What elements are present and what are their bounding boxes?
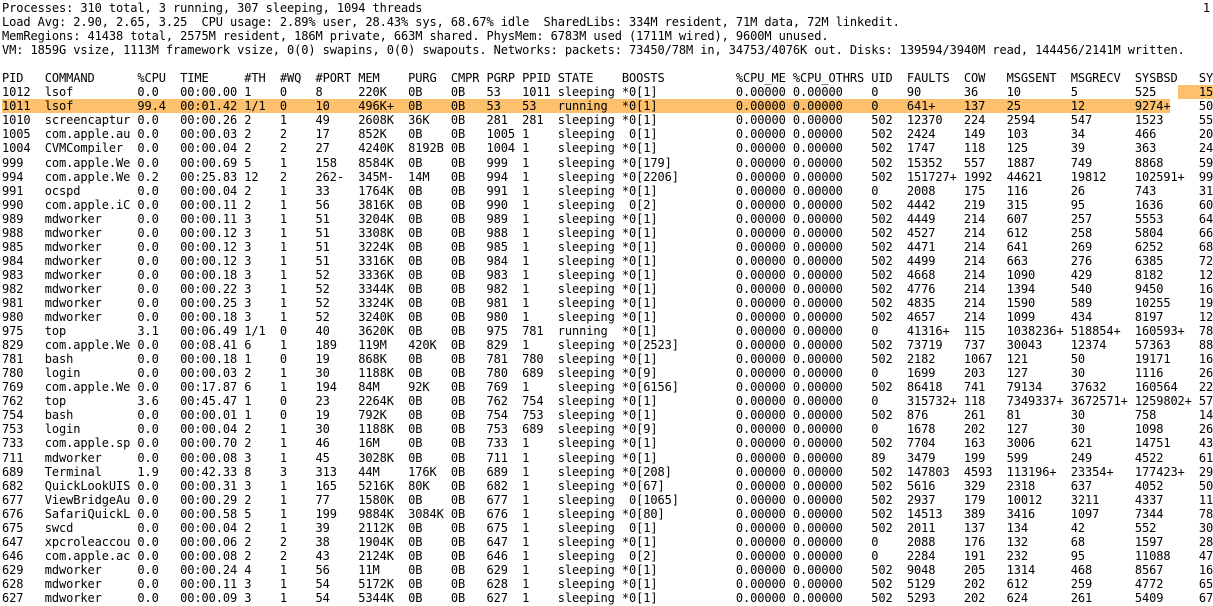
process-row[interactable]: 991 ocspd 0.0 00:00.04 2 1 33 1764K 0B 0… bbox=[2, 184, 1213, 198]
process-row[interactable]: 1005 com.apple.au 0.0 00:00.03 2 2 17 85… bbox=[2, 127, 1213, 141]
terminal-window: Processes: 310 total, 3 running, 307 sle… bbox=[0, 0, 1213, 606]
process-rows: 1012 lsof 0.0 00:00.00 1 0 8 220K 0B 0B … bbox=[2, 85, 1213, 606]
process-row[interactable]: 994 com.apple.We 0.2 00:25.83 12 2 262- … bbox=[2, 170, 1213, 184]
process-row[interactable]: 1012 lsof 0.0 00:00.00 1 0 8 220K 0B 0B … bbox=[2, 85, 1213, 100]
process-row[interactable]: 980 mdworker 0.0 00:00.18 3 1 52 3240K 0… bbox=[2, 310, 1213, 324]
process-row[interactable]: 677 ViewBridgeAu 0.0 00:00.29 2 1 77 158… bbox=[2, 493, 1213, 507]
process-row[interactable]: 628 mdworker 0.0 00:00.11 3 1 54 5172K 0… bbox=[2, 577, 1213, 591]
process-row[interactable]: 682 QuickLookUIS 0.0 00:00.31 3 1 165 52… bbox=[2, 479, 1213, 493]
process-row[interactable]: 753 login 0.0 00:00.04 2 1 30 1188K 0B 0… bbox=[2, 422, 1213, 436]
process-row[interactable]: 981 mdworker 0.0 00:00.25 3 1 52 3324K 0… bbox=[2, 296, 1213, 310]
column-header-row: PID COMMAND %CPU TIME #TH #WQ #PORT MEM … bbox=[2, 71, 1213, 86]
process-row[interactable]: 689 Terminal 1.9 00:42.33 8 3 313 44M 17… bbox=[2, 465, 1213, 479]
summary-line-memregions-physmem: MemRegions: 41438 total, 2575M resident,… bbox=[2, 29, 829, 44]
process-row[interactable]: 781 bash 0.0 00:00.18 1 0 19 868K 0B 0B … bbox=[2, 352, 1213, 366]
process-row[interactable]: 983 mdworker 0.0 00:00.18 3 1 52 3336K 0… bbox=[2, 268, 1213, 282]
page-indicator: 1 bbox=[1202, 1, 1210, 15]
process-row[interactable]: 711 mdworker 0.0 00:00.08 3 1 45 3028K 0… bbox=[2, 451, 1213, 465]
process-row[interactable]: 989 mdworker 0.0 00:00.11 3 1 51 3204K 0… bbox=[2, 212, 1213, 226]
process-row[interactable]: 754 bash 0.0 00:00.01 1 0 19 792K 0B 0B … bbox=[2, 408, 1213, 422]
process-row[interactable]: 629 mdworker 0.0 00:00.24 4 1 56 11M 0B … bbox=[2, 563, 1213, 577]
process-row[interactable]: 769 com.apple.We 0.0 00:17.87 6 1 194 84… bbox=[2, 380, 1213, 394]
process-row[interactable]: 984 mdworker 0.0 00:00.12 3 1 51 3316K 0… bbox=[2, 254, 1213, 268]
summary-line-processes: Processes: 310 total, 3 running, 307 sle… bbox=[2, 1, 1213, 15]
process-row[interactable]: 647 xpcroleaccou 0.0 00:00.06 2 2 38 190… bbox=[2, 535, 1213, 549]
process-row[interactable]: 646 com.apple.ac 0.0 00:00.08 2 2 43 212… bbox=[2, 549, 1213, 563]
process-row[interactable]: 975 top 3.1 00:06.49 1/1 0 40 3620K 0B 0… bbox=[2, 324, 1213, 338]
process-row[interactable]: 1004 CVMCompiler 0.0 00:00.04 2 2 27 424… bbox=[2, 141, 1213, 155]
process-row[interactable]: 627 mdworker 0.0 00:00.09 3 1 54 5344K 0… bbox=[2, 591, 1213, 605]
process-row[interactable]: 780 login 0.0 00:00.03 2 1 30 1188K 0B 0… bbox=[2, 366, 1213, 380]
process-row[interactable]: 990 com.apple.iC 0.0 00:00.11 2 1 56 381… bbox=[2, 198, 1213, 212]
process-row-selected[interactable]: 1011 lsof 99.4 00:01.42 1/1 0 10 496K+ 0… bbox=[2, 99, 1213, 114]
selection-highlight: 15 bbox=[1177, 85, 1213, 100]
summary-line-load-cpu-sharedlibs: Load Avg: 2.90, 2.65, 3.25 CPU usage: 2.… bbox=[2, 15, 900, 30]
process-row[interactable]: 829 com.apple.We 0.0 00:08.41 6 1 189 11… bbox=[2, 338, 1213, 352]
process-row[interactable]: 999 com.apple.We 0.0 00:00.69 5 1 158 85… bbox=[2, 156, 1213, 170]
selection-highlight: 1011 lsof 99.4 00:01.42 1/1 0 10 496K+ 0… bbox=[2, 99, 1171, 114]
process-row[interactable]: 676 SafariQuickL 0.0 00:00.58 5 1 199 98… bbox=[2, 507, 1213, 521]
terminal-screen[interactable]: Processes: 310 total, 3 running, 307 sle… bbox=[0, 0, 1213, 606]
process-row[interactable]: 1010 screencaptur 0.0 00:00.26 2 1 49 26… bbox=[2, 113, 1213, 127]
summary-line-vm-networks-disks: VM: 1859G vsize, 1113M framework vsize, … bbox=[2, 43, 1185, 58]
process-row[interactable]: 675 swcd 0.0 00:00.04 2 1 39 2112K 0B 0B… bbox=[2, 521, 1213, 535]
processes-summary-text: Processes: 310 total, 3 running, 307 sle… bbox=[2, 1, 423, 15]
process-row[interactable]: 985 mdworker 0.0 00:00.12 3 1 51 3224K 0… bbox=[2, 240, 1213, 254]
process-row[interactable]: 982 mdworker 0.0 00:00.22 3 1 52 3344K 0… bbox=[2, 282, 1213, 296]
process-row[interactable]: 762 top 3.6 00:45.47 1 0 23 2264K 0B 0B … bbox=[2, 394, 1213, 408]
process-row[interactable]: 733 com.apple.sp 0.0 00:00.70 2 1 46 16M… bbox=[2, 436, 1213, 450]
process-row[interactable]: 988 mdworker 0.0 00:00.12 3 1 51 3308K 0… bbox=[2, 226, 1213, 240]
